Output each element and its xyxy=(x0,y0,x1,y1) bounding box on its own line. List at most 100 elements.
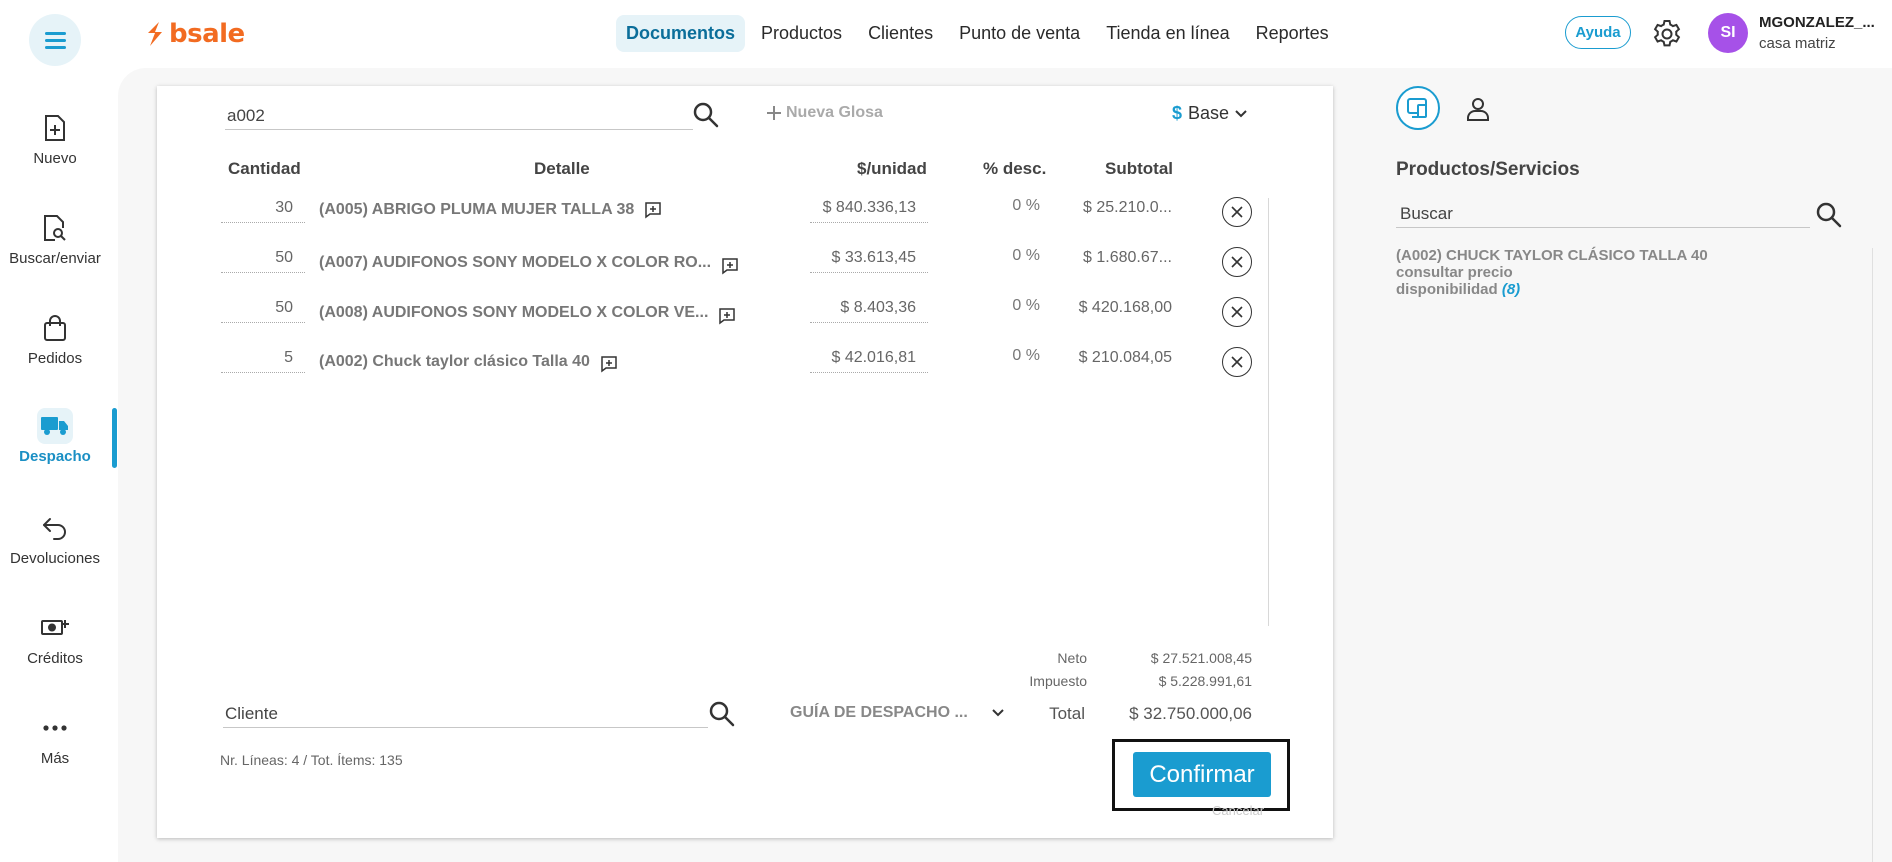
sidebar-item-mas[interactable]: Más xyxy=(0,710,110,767)
products-services-title: Productos/Servicios xyxy=(1396,159,1580,180)
unit-price-input[interactable]: $ 33.613,45 xyxy=(810,249,928,273)
total-label: Total xyxy=(1049,704,1085,723)
remove-row-button[interactable] xyxy=(1222,347,1252,377)
new-document-icon xyxy=(37,110,73,146)
sidebar-item-nuevo[interactable]: Nuevo xyxy=(0,110,110,167)
product-search-input[interactable]: a002 xyxy=(225,103,693,130)
discount-value[interactable]: 0 % xyxy=(970,247,1040,265)
shopping-bag-icon xyxy=(37,310,73,346)
row-detail-text: (A002) Chuck taylor clásico Talla 40 xyxy=(319,353,590,370)
discount-value[interactable]: 0 % xyxy=(970,347,1040,365)
client-input[interactable]: Cliente xyxy=(223,701,708,728)
search-document-icon xyxy=(37,210,73,246)
hamburger-line xyxy=(45,46,66,49)
hamburger-line xyxy=(45,39,66,42)
sidebar-item-buscar-enviar[interactable]: Buscar/enviar xyxy=(0,210,110,267)
avatar[interactable]: SI xyxy=(1708,13,1748,53)
add-note-icon[interactable] xyxy=(600,355,618,373)
new-gloss-label: Nueva Glosa xyxy=(786,104,883,121)
user-name[interactable]: MGONZALEZ_... xyxy=(1759,14,1875,31)
nav-tienda-en-linea[interactable]: Tienda en línea xyxy=(1096,15,1239,52)
nav-documentos[interactable]: Documentos xyxy=(616,14,746,52)
add-note-icon[interactable] xyxy=(644,201,662,219)
more-dots-icon xyxy=(37,710,73,746)
column-header-discount: % desc. xyxy=(983,159,1047,178)
right-panel-scrollbar[interactable] xyxy=(1872,248,1873,862)
remove-row-button[interactable] xyxy=(1222,197,1252,227)
table-row-detail: (A002) Chuck taylor clásico Talla 40 xyxy=(319,351,618,373)
user-icon[interactable] xyxy=(1463,94,1493,124)
sidebar-item-despacho[interactable]: Despacho xyxy=(0,408,110,465)
add-note-icon[interactable] xyxy=(721,257,739,275)
row-detail-text: (A005) ABRIGO PLUMA MUJER TALLA 38 xyxy=(319,201,635,218)
active-indicator xyxy=(112,408,117,468)
search-icon[interactable] xyxy=(708,700,736,728)
qty-input[interactable]: 5 xyxy=(221,349,305,373)
product-result-item[interactable]: (A002) CHUCK TAYLOR CLÁSICO TALLA 40 con… xyxy=(1396,247,1708,298)
table-row-detail: (A005) ABRIGO PLUMA MUJER TALLA 38 xyxy=(319,201,662,219)
cancel-link[interactable]: Cancelar xyxy=(1212,803,1264,818)
user-branch: casa matriz xyxy=(1759,35,1836,52)
remove-row-button[interactable] xyxy=(1222,297,1252,327)
qty-input[interactable]: 50 xyxy=(221,249,305,273)
hamburger-menu-button[interactable] xyxy=(29,14,81,66)
bsale-logo[interactable]: bsale xyxy=(145,16,245,52)
plus-icon xyxy=(767,106,781,120)
sidebar-item-label: Despacho xyxy=(19,448,91,465)
unit-price-input[interactable]: $ 840.336,13 xyxy=(810,199,928,223)
sidebar-item-creditos[interactable]: Créditos xyxy=(0,610,110,667)
sidebar-item-label: Más xyxy=(40,750,70,767)
subtotal-value: $ 420.168,00 xyxy=(1078,299,1172,316)
close-icon xyxy=(1231,256,1243,268)
sidebar-item-label: Créditos xyxy=(27,650,83,667)
main-navigation: Documentos Productos Clientes Punto de v… xyxy=(616,13,1345,53)
subtotal-value: $ 25.210.0... xyxy=(1083,199,1172,216)
product-result-availability: disponibilidad (8) xyxy=(1396,281,1708,298)
table-scrollbar[interactable] xyxy=(1268,198,1269,626)
add-note-icon[interactable] xyxy=(718,307,736,325)
products-tab-button[interactable] xyxy=(1396,86,1440,130)
confirm-button[interactable]: Confirmar xyxy=(1133,752,1271,797)
sidebar-item-devoluciones[interactable]: Devoluciones xyxy=(0,510,110,567)
sidebar-item-label: Devoluciones xyxy=(9,550,101,567)
discount-value[interactable]: 0 % xyxy=(970,197,1040,215)
close-icon xyxy=(1231,306,1243,318)
nav-punto-de-venta[interactable]: Punto de venta xyxy=(949,15,1090,52)
logo-text: bsale xyxy=(169,19,245,49)
neto-value: $ 27.521.008,45 xyxy=(1150,650,1252,666)
remove-row-button[interactable] xyxy=(1222,247,1252,277)
new-gloss-button[interactable]: Nueva Glosa xyxy=(766,104,883,122)
search-icon[interactable] xyxy=(1815,201,1843,229)
sidebar-item-label: Nuevo xyxy=(33,150,77,167)
gear-icon[interactable] xyxy=(1651,18,1683,50)
tax-value: $ 5.228.991,61 xyxy=(1158,673,1252,689)
unit-price-input[interactable]: $ 42.016,81 xyxy=(810,349,928,373)
nav-productos[interactable]: Productos xyxy=(751,15,852,52)
unit-price-input[interactable]: $ 8.403,36 xyxy=(810,299,928,323)
devices-icon xyxy=(1407,98,1427,118)
sidebar-item-pedidos[interactable]: Pedidos xyxy=(0,310,110,367)
nav-clientes[interactable]: Clientes xyxy=(858,15,943,52)
product-result-name: (A002) CHUCK TAYLOR CLÁSICO TALLA 40 xyxy=(1396,247,1708,264)
sidebar-item-label: Buscar/enviar xyxy=(9,250,101,267)
search-icon[interactable] xyxy=(692,101,720,129)
discount-value[interactable]: 0 % xyxy=(970,297,1040,315)
table-row-detail: (A007) AUDIFONOS SONY MODELO X COLOR RO.… xyxy=(319,251,739,275)
chevron-down-icon xyxy=(1235,109,1247,117)
qty-input[interactable]: 50 xyxy=(221,299,305,323)
row-detail-text: (A008) AUDIFONOS SONY MODELO X COLOR VE.… xyxy=(319,304,709,321)
nav-reportes[interactable]: Reportes xyxy=(1246,15,1339,52)
money-plus-icon xyxy=(37,610,73,646)
currency-select[interactable]: $ Base xyxy=(1172,103,1247,124)
document-type-select[interactable]: GUÍA DE DESPACHO ... xyxy=(790,704,1004,722)
column-header-detail: Detalle xyxy=(534,159,590,178)
availability-count[interactable]: (8) xyxy=(1502,281,1520,298)
products-search-input[interactable]: Buscar xyxy=(1396,201,1810,228)
neto-label: Neto xyxy=(1057,650,1087,666)
subtotal-value: $ 1.680.67... xyxy=(1083,249,1172,266)
qty-input[interactable]: 30 xyxy=(221,199,305,223)
row-detail-text: (A007) AUDIFONOS SONY MODELO X COLOR RO.… xyxy=(319,254,712,271)
column-header-subtotal: Subtotal xyxy=(1105,159,1173,178)
column-header-qty: Cantidad xyxy=(228,159,301,178)
help-button[interactable]: Ayuda xyxy=(1565,16,1631,49)
